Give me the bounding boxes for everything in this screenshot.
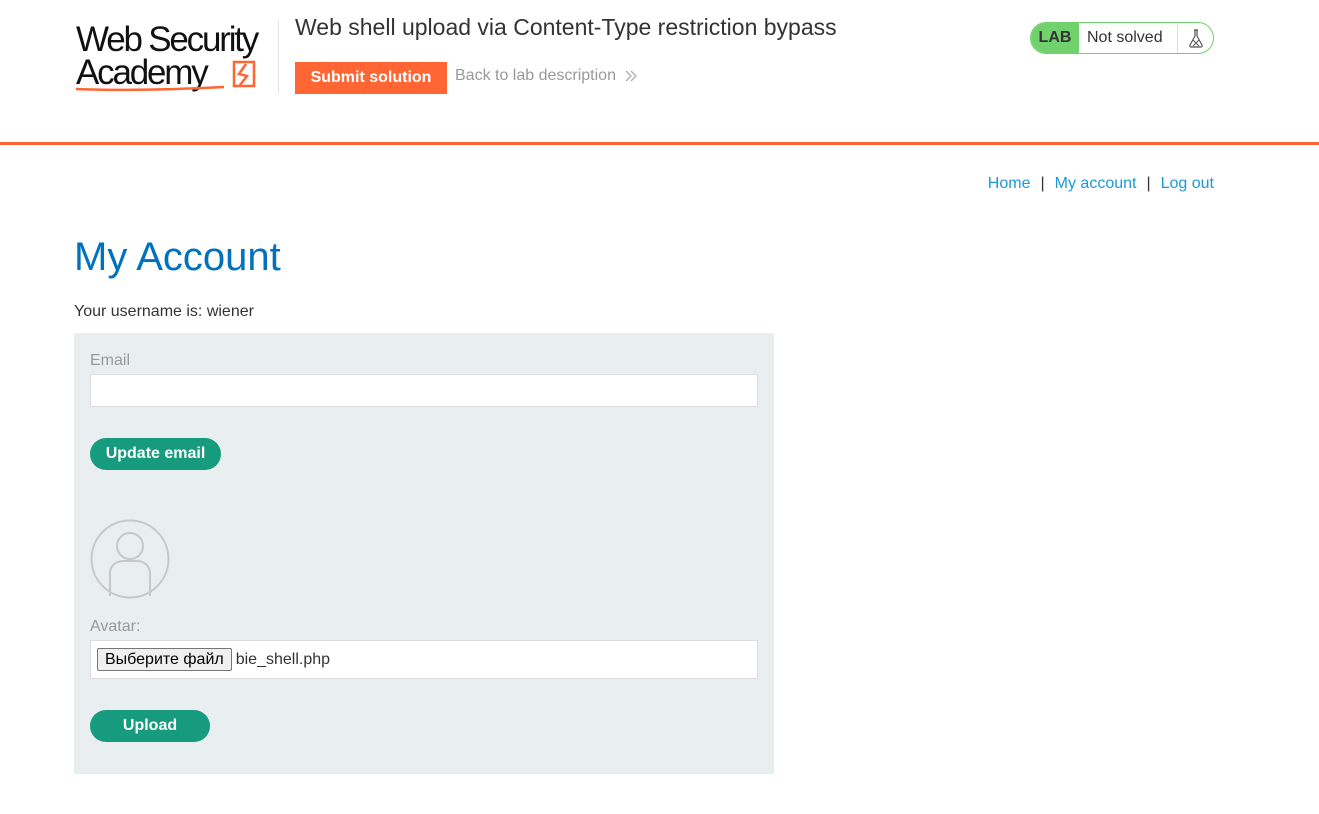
double-chevron-right-icon bbox=[625, 70, 637, 82]
nav-separator: | bbox=[1146, 175, 1151, 192]
back-to-lab-description-link[interactable]: Back to lab description bbox=[455, 67, 638, 85]
selected-file-name: bie_shell.php bbox=[235, 650, 331, 668]
lab-header: Web Security Academy Web shell upload vi… bbox=[0, 0, 1319, 145]
flask-icon bbox=[1177, 23, 1213, 53]
avatar-label: Avatar: bbox=[90, 618, 141, 635]
back-link-label: Back to lab description bbox=[455, 67, 616, 84]
nav-log-out-link[interactable]: Log out bbox=[1161, 175, 1214, 193]
email-input[interactable] bbox=[90, 374, 758, 407]
account-form-panel: Email Update email Avatar: Выберите файл… bbox=[74, 333, 774, 774]
lab-status-text: Not solved bbox=[1087, 29, 1163, 46]
choose-file-button[interactable]: Выберите файл bbox=[97, 648, 232, 671]
nav-my-account-link[interactable]: My account bbox=[1055, 175, 1137, 193]
web-security-academy-logo[interactable]: Web Security Academy bbox=[74, 18, 279, 94]
logo-divider bbox=[278, 20, 279, 94]
username-text: Your username is: wiener bbox=[74, 303, 254, 320]
logo-line-2: Academy bbox=[76, 53, 209, 92]
update-email-button[interactable]: Update email bbox=[90, 438, 221, 470]
lab-title: Web shell upload via Content-Type restri… bbox=[295, 14, 837, 40]
submit-solution-button[interactable]: Submit solution bbox=[295, 62, 447, 94]
lab-tag: LAB bbox=[1031, 23, 1079, 53]
lab-status-widget: LAB Not solved bbox=[1030, 22, 1214, 54]
nav-home-link[interactable]: Home bbox=[988, 175, 1031, 193]
nav-separator: | bbox=[1040, 175, 1045, 192]
user-avatar-placeholder-icon bbox=[90, 519, 170, 599]
page-title: My Account bbox=[74, 235, 281, 279]
email-label: Email bbox=[90, 352, 131, 369]
avatar-file-input[interactable]: Выберите файл bie_shell.php bbox=[90, 640, 758, 679]
upload-button[interactable]: Upload bbox=[90, 710, 210, 742]
top-navigation: Home | My account | Log out bbox=[988, 175, 1214, 193]
